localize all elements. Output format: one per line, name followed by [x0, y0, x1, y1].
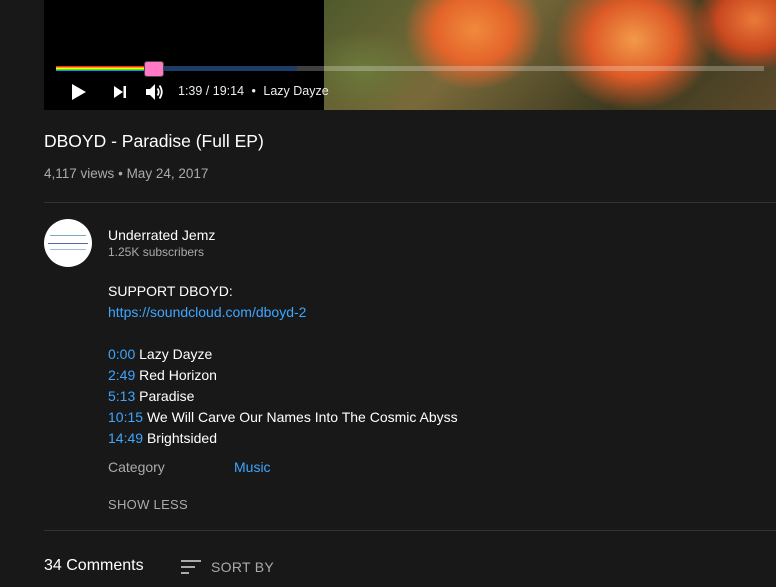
volume-button[interactable] — [141, 78, 169, 106]
time-display: 1:39 / 19:14 • Lazy Dayze — [178, 84, 329, 98]
play-icon — [72, 84, 86, 100]
time-current-duration: 1:39 / 19:14 — [178, 84, 245, 98]
volume-icon — [146, 84, 163, 100]
view-count: 4,117 views — [44, 166, 115, 181]
channel-name[interactable]: Underrated Jemz — [108, 227, 215, 243]
chapter-title[interactable]: Lazy Dayze — [263, 84, 328, 98]
track-item: 10:15 We Will Carve Our Names Into The C… — [108, 409, 458, 425]
track-timestamp[interactable]: 10:15 — [108, 409, 143, 425]
description-link[interactable]: https://soundcloud.com/dboyd-2 — [108, 304, 306, 320]
track-title: Red Horizon — [139, 367, 217, 383]
track-title: Brightsided — [146, 430, 217, 446]
sort-label: SORT BY — [211, 559, 275, 575]
skip-next-icon — [114, 86, 126, 98]
video-player[interactable]: 1:39 / 19:14 • Lazy Dayze — [44, 0, 776, 110]
divider-bottom — [44, 530, 776, 531]
track-item: 2:49 Red Horizon — [108, 367, 217, 383]
track-item: 5:13 Paradise — [108, 388, 194, 404]
progress-played — [56, 66, 153, 71]
track-title: Lazy Dayze — [139, 346, 213, 362]
track-title: Paradise — [139, 388, 195, 404]
video-title: DBOYD - Paradise (Full EP) — [44, 131, 264, 151]
category-link[interactable]: Music — [234, 459, 271, 475]
upload-date: May 24, 2017 — [126, 166, 209, 181]
track-item: 0:00 Lazy Dayze — [108, 346, 212, 362]
comments-count: 34 Comments — [44, 557, 144, 574]
category-label: Category — [108, 459, 165, 475]
divider-top — [44, 202, 776, 203]
description-support: SUPPORT DBOYD: — [108, 283, 233, 299]
video-meta: 4,117 views • May 24, 2017 — [44, 166, 208, 181]
track-timestamp[interactable]: 14:49 — [108, 430, 143, 446]
track-title: We Will Carve Our Names Into The Cosmic … — [146, 409, 458, 425]
track-item: 14:49 Brightsided — [108, 430, 217, 446]
subscriber-count: 1.25K subscribers — [108, 245, 205, 259]
track-timestamp[interactable]: 2:49 — [108, 367, 135, 383]
play-button[interactable] — [65, 78, 93, 106]
track-timestamp[interactable]: 0:00 — [108, 346, 135, 362]
progress-bar[interactable] — [56, 61, 764, 77]
channel-avatar[interactable] — [44, 219, 92, 267]
progress-scrubber-handle[interactable] — [144, 61, 165, 77]
sort-icon — [181, 560, 201, 574]
player-controls: 1:39 / 19:14 • Lazy Dayze — [44, 78, 776, 106]
meta-separator: • — [118, 166, 123, 181]
show-less-button[interactable]: SHOW LESS — [108, 497, 188, 512]
chapter-separator: • — [251, 84, 256, 98]
sort-button[interactable]: SORT BY — [181, 557, 274, 577]
next-button[interactable] — [106, 78, 134, 106]
track-timestamp[interactable]: 5:13 — [108, 388, 135, 404]
